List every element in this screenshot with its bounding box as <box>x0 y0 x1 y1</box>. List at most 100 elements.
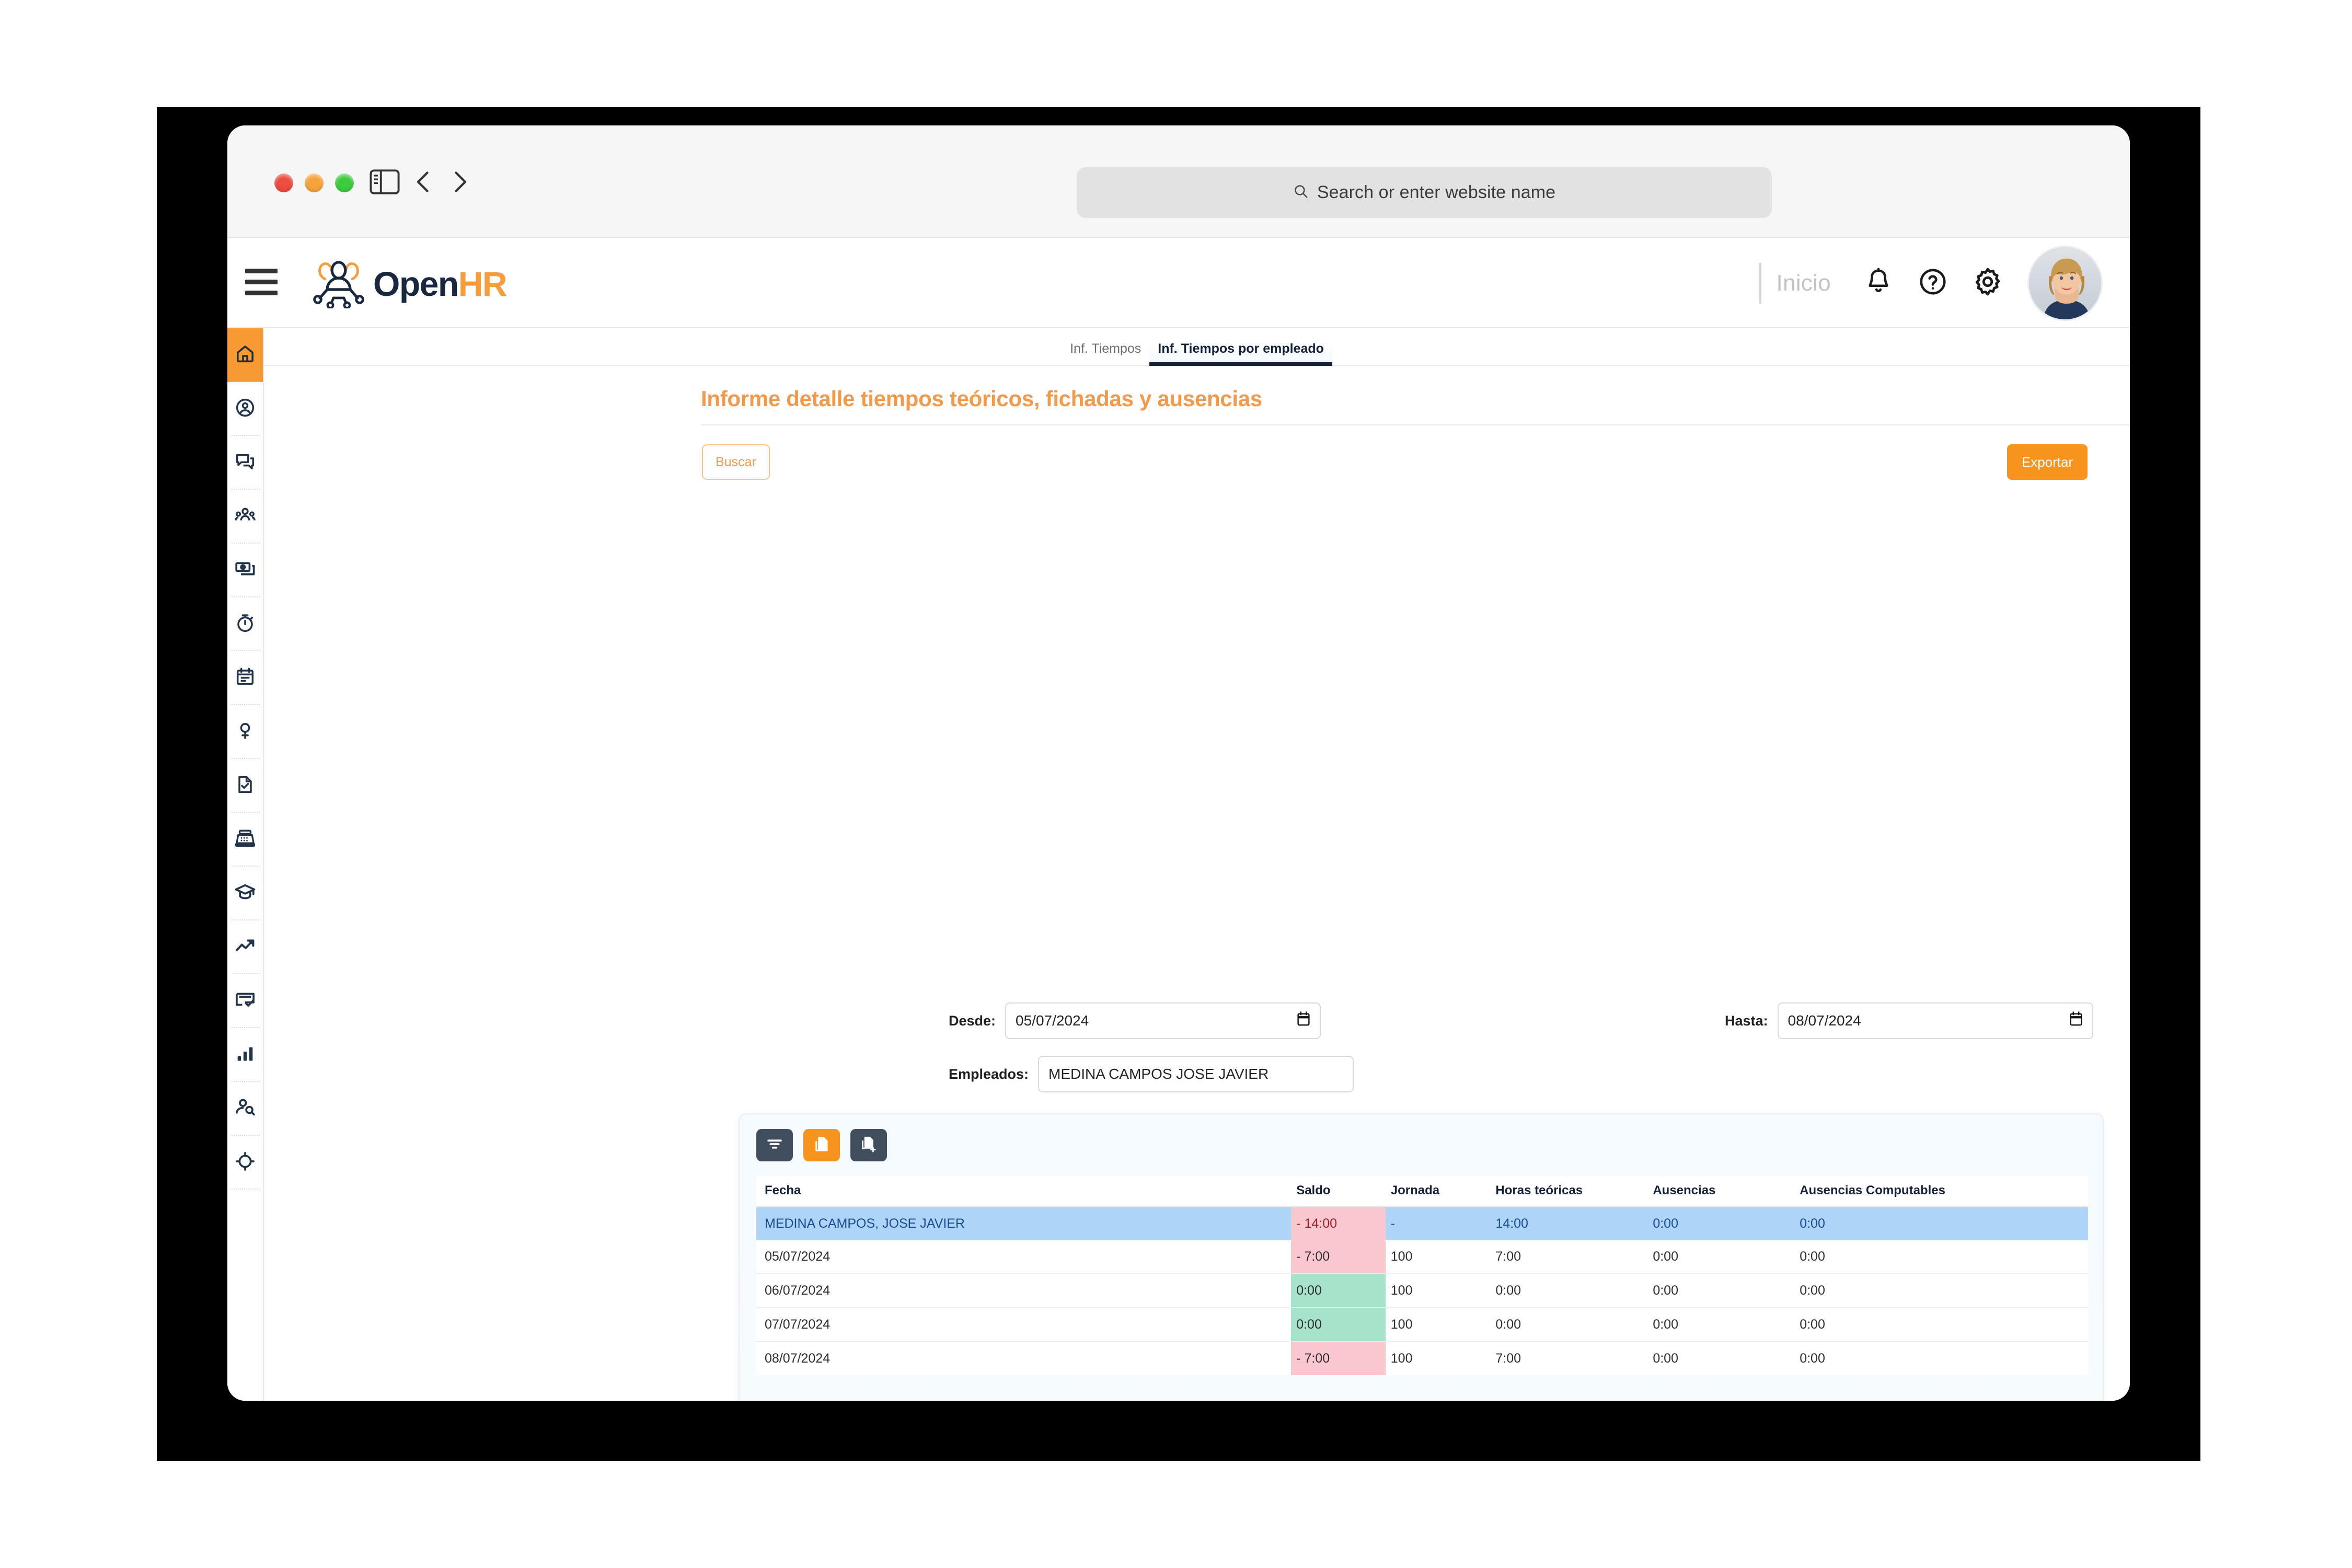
browser-forward-icon[interactable] <box>449 169 470 198</box>
empleados-input[interactable]: MEDINA CAMPOS JOSE JAVIER <box>1038 1056 1354 1092</box>
table-header-row: Fecha Saldo Jornada Horas teóricas Ausen… <box>756 1176 2088 1207</box>
sidebar-item-teams[interactable] <box>227 490 263 544</box>
tab-bar: Inf. Tiempos Inf. Tiempos por empleado <box>264 328 2130 366</box>
help-button[interactable] <box>1918 267 1948 299</box>
user-circle-icon <box>235 397 256 421</box>
calendar-icon <box>235 666 256 690</box>
cell-horas-teoricas: 0:00 <box>1490 1274 1648 1308</box>
graduation-cap-icon <box>234 881 256 906</box>
sidebar-item-recruiting[interactable] <box>227 1082 263 1136</box>
notifications-button[interactable] <box>1863 267 1894 299</box>
sidebar-item-messages[interactable] <box>227 436 263 490</box>
cell-saldo: 0:00 <box>1291 1308 1386 1342</box>
left-sidebar <box>227 328 264 1401</box>
avatar[interactable] <box>2027 245 2103 321</box>
browser-chrome: Search or enter website name <box>227 125 2130 238</box>
column-header-jornada[interactable]: Jornada <box>1385 1176 1491 1207</box>
cell-saldo: - 14:00 <box>1291 1207 1386 1240</box>
cell-ausencias-computables: 0:00 <box>1794 1274 2088 1308</box>
settings-button[interactable] <box>1972 266 2003 300</box>
sidebar-item-documents[interactable] <box>227 759 263 813</box>
table-row[interactable]: 06/07/2024 0:00 100 0:00 0:00 0:00 <box>756 1274 2088 1308</box>
cell-ausencias-computables: 0:00 <box>1800 1351 1825 1366</box>
cell-saldo: - 7:00 <box>1291 1342 1386 1375</box>
filter-icon <box>766 1135 783 1156</box>
table-row[interactable]: 07/07/2024 0:00 100 0:00 0:00 0:00 <box>756 1308 2088 1342</box>
minimize-window-button[interactable] <box>305 174 324 192</box>
column-header-ausencias-computables[interactable]: Ausencias Computables <box>1794 1176 2088 1207</box>
empleados-field-row: Empleados: MEDINA CAMPOS JOSE JAVIER <box>949 1056 1354 1092</box>
exportar-button[interactable]: Exportar <box>2007 444 2088 480</box>
sidebar-toggle-icon[interactable] <box>370 169 400 198</box>
filter-button[interactable] <box>756 1129 793 1161</box>
sidebar-item-calendar[interactable] <box>227 651 263 705</box>
browser-window: Search or enter website name OpenHR Inic… <box>227 125 2130 1401</box>
maximize-window-button[interactable] <box>335 174 354 192</box>
sidebar-item-expenses[interactable] <box>227 813 263 867</box>
close-window-button[interactable] <box>274 174 293 192</box>
sidebar-item-objectives[interactable] <box>227 1136 263 1190</box>
venus-icon <box>235 721 255 743</box>
cell-horas-teoricas: 14:00 <box>1490 1207 1648 1240</box>
table-body: MEDINA CAMPOS, JOSE JAVIER - 14:00 - 14:… <box>756 1207 2088 1375</box>
browser-back-icon[interactable] <box>413 169 434 198</box>
brand-accent-text: HR <box>458 264 508 303</box>
calendar-icon[interactable] <box>1297 1011 1310 1031</box>
stopwatch-icon <box>235 613 256 636</box>
bell-icon <box>1863 267 1894 299</box>
header-actions: Inicio <box>1759 238 2103 328</box>
sidebar-item-payroll[interactable] <box>227 544 263 597</box>
title-divider <box>701 424 2130 425</box>
desde-input[interactable]: 05/07/2024 <box>1005 1002 1321 1039</box>
table-row[interactable]: 05/07/2024 - 7:00 100 7:00 0:00 0:00 <box>756 1240 2088 1274</box>
sidebar-item-reports[interactable] <box>227 1028 263 1082</box>
add-copy-button[interactable] <box>850 1129 887 1161</box>
sidebar-item-timeclock[interactable] <box>227 597 263 651</box>
column-header-fecha[interactable]: Fecha <box>756 1176 1292 1207</box>
sidebar-item-performance[interactable] <box>227 920 263 974</box>
buscar-button[interactable]: Buscar <box>702 444 770 480</box>
window-traffic-lights <box>274 174 354 192</box>
copy-button[interactable] <box>803 1129 840 1161</box>
sidebar-item-training[interactable] <box>227 867 263 920</box>
brand-logo[interactable]: OpenHR <box>309 256 508 311</box>
column-header-ausencias[interactable]: Ausencias <box>1647 1176 1795 1207</box>
cell-fecha: 07/07/2024 <box>756 1308 1292 1342</box>
app-viewport: OpenHR Inicio Inf. Tiempos Inf. Tiempos … <box>227 238 2130 1401</box>
table-header: Fecha Saldo Jornada Horas teóricas Ausen… <box>756 1176 2088 1207</box>
copy-page-plus-icon <box>860 1135 878 1156</box>
desde-value: 05/07/2024 <box>1016 1012 1089 1029</box>
sidebar-item-home[interactable] <box>227 328 263 382</box>
cell-horas-teoricas: 0:00 <box>1490 1308 1648 1342</box>
cell-ausencias-computables: 0:00 <box>1794 1207 2088 1240</box>
question-circle-icon <box>1918 267 1948 299</box>
cell-jornada: 100 <box>1390 1351 1413 1366</box>
sidebar-item-gender-equality[interactable] <box>227 705 263 759</box>
card-check-icon <box>234 989 256 1013</box>
cell-horas-teoricas: 7:00 <box>1495 1351 1521 1366</box>
hamburger-icon[interactable] <box>245 269 278 295</box>
address-bar[interactable]: Search or enter website name <box>1077 167 1772 218</box>
table-row[interactable]: MEDINA CAMPOS, JOSE JAVIER - 14:00 - 14:… <box>756 1207 2088 1240</box>
tab-inf-tiempos[interactable]: Inf. Tiempos <box>1062 341 1149 365</box>
cash-register-icon <box>234 827 256 852</box>
gear-icon <box>1972 266 2003 300</box>
trend-up-icon <box>234 935 256 960</box>
column-header-horas-teoricas[interactable]: Horas teóricas <box>1490 1176 1648 1207</box>
calendar-icon[interactable] <box>2069 1011 2083 1031</box>
hasta-input[interactable]: 08/07/2024 <box>1777 1002 2093 1039</box>
column-header-saldo[interactable]: Saldo <box>1291 1176 1386 1207</box>
empleados-label: Empleados: <box>949 1066 1029 1082</box>
cell-fecha: 05/07/2024 <box>756 1240 1292 1274</box>
banknote-icon <box>234 558 256 583</box>
cell-fecha: 06/07/2024 <box>756 1274 1292 1308</box>
bar-chart-icon <box>235 1043 256 1067</box>
hasta-value: 08/07/2024 <box>1788 1012 1861 1029</box>
tab-inf-tiempos-por-empleado[interactable]: Inf. Tiempos por empleado <box>1149 341 1332 366</box>
people-group-icon <box>234 504 256 529</box>
home-link[interactable]: Inicio <box>1776 270 1831 296</box>
cell-ausencias-computables: 0:00 <box>1794 1308 2088 1342</box>
table-row[interactable]: 08/07/2024 - 7:00 100 7:00 0:00 0:00 <box>756 1342 2088 1375</box>
sidebar-item-profile[interactable] <box>227 382 263 436</box>
sidebar-item-approvals[interactable] <box>227 974 263 1028</box>
